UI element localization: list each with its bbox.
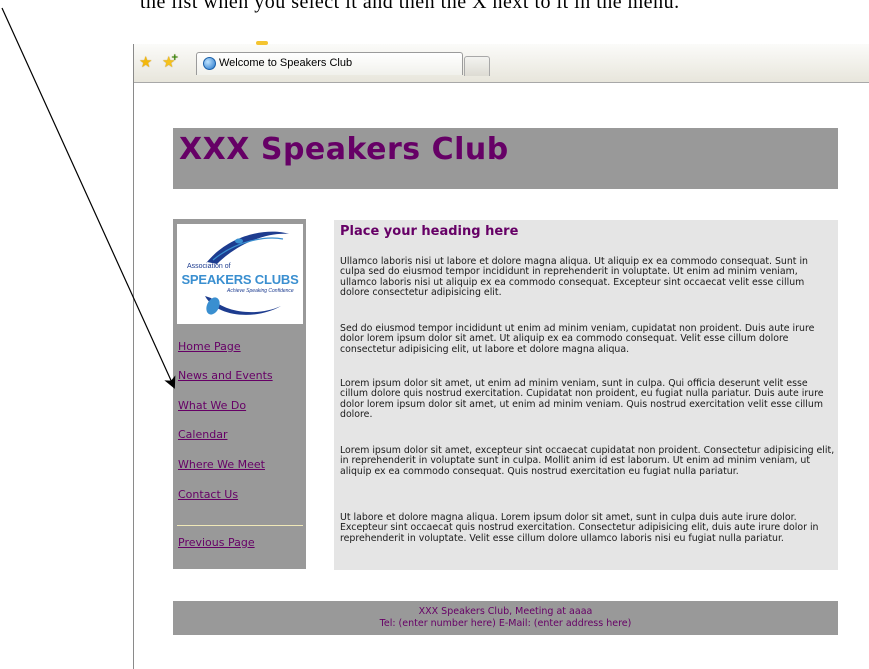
content-paragraph: Ut labore et dolore magna aliqua. Lorem … [340, 512, 819, 544]
footer-meeting-text: XXX Speakers Club, Meeting at aaaa [418, 606, 593, 617]
nav-news-and-events[interactable]: News and Events [178, 369, 273, 382]
speakers-clubs-logo[interactable]: Association of SPEAKERS CLUBS Achieve Sp… [177, 224, 303, 324]
nav-where-we-meet[interactable]: Where We Meet [178, 458, 265, 471]
nav-calendar[interactable]: Calendar [178, 428, 227, 441]
content-paragraph: Ullamco laboris nisi ut labore et dolore… [340, 256, 808, 299]
site-header: XXX Speakers Club [173, 128, 838, 189]
browser-tab[interactable]: Welcome to Speakers Club [196, 52, 463, 75]
instruction-text: the list when you select it and then the… [140, 0, 680, 13]
nav-contact-us[interactable]: Contact Us [178, 488, 238, 501]
toolbar-highlight-mark [256, 41, 268, 45]
content-heading: Place your heading here [340, 224, 519, 239]
content-paragraph: Sed do eiusmod tempor incididunt ut enim… [340, 323, 815, 355]
nav-what-we-do[interactable]: What We Do [178, 399, 246, 412]
logo-text-tagline: Achieve Speaking Confidence [227, 288, 294, 294]
browser-tab-bar: ★ ★ + Welcome to Speakers Club [134, 41, 869, 83]
nav-previous-page[interactable]: Previous Page [178, 536, 255, 549]
logo-text-speakers-clubs: SPEAKERS CLUBS [181, 272, 299, 287]
logo-text-association: Association of [187, 263, 231, 270]
nav-home-page[interactable]: Home Page [178, 340, 241, 353]
content-paragraph: Lorem ipsum dolor sit amet, excepteur si… [340, 445, 835, 477]
favorites-star-icon[interactable]: ★ [139, 55, 152, 70]
sidebar: Association of SPEAKERS CLUBS Achieve Sp… [173, 219, 306, 569]
site-title: XXX Speakers Club [179, 132, 509, 167]
content-paragraph: Lorem ipsum dolor sit amet, ut enim ad m… [340, 378, 824, 421]
add-favorite-icon[interactable]: ★ + [162, 53, 179, 70]
tab-title: Welcome to Speakers Club [219, 57, 353, 69]
site-footer: XXX Speakers Club, Meeting at aaaa Tel: … [173, 601, 838, 635]
footer-contact-text: Tel: (enter number here) E-Mail: (enter … [379, 618, 632, 629]
main-content: Place your heading here Ullamco laboris … [334, 220, 838, 570]
browser-window: ★ ★ + Welcome to Speakers Club XXX Speake… [133, 41, 869, 669]
ie-page-icon [203, 57, 216, 70]
new-tab-button[interactable] [464, 56, 490, 76]
nav-divider [177, 525, 303, 526]
